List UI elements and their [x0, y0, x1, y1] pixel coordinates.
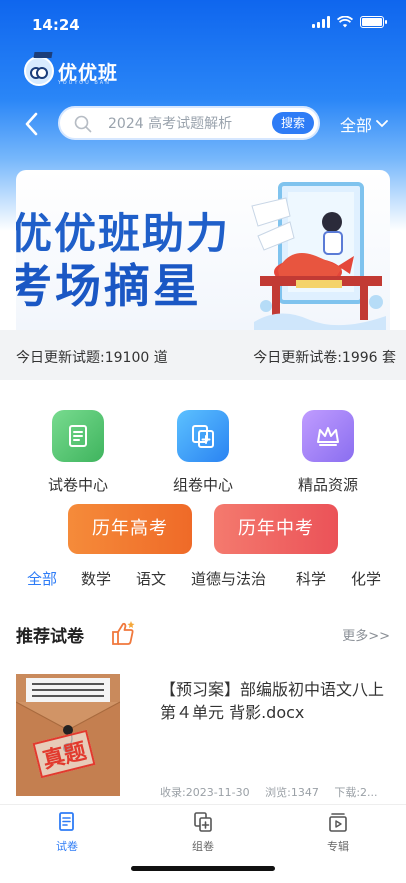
- banner-line-2: 考场摘星: [16, 259, 202, 313]
- tab-label: 试卷: [56, 840, 78, 853]
- subject-tab-all[interactable]: 全部: [27, 568, 57, 589]
- paper-icon: [59, 812, 74, 831]
- status-bar: 14:24: [0, 0, 406, 48]
- past-gaokao-button[interactable]: 历年高考: [68, 504, 192, 554]
- logo-subtext: YOUYOU BAN: [58, 80, 111, 86]
- filter-label: 全部: [340, 116, 373, 135]
- status-time: 14:24: [32, 16, 80, 34]
- past-zhongkao-button[interactable]: 历年中考: [214, 504, 338, 554]
- signal-icon: [312, 16, 330, 28]
- search-input[interactable]: [108, 114, 268, 134]
- more-link[interactable]: 更多>>: [342, 625, 390, 644]
- status-icons: [312, 16, 387, 28]
- subject-tab-ethics-law[interactable]: 道德与法治: [191, 568, 266, 589]
- battery-icon: [360, 16, 387, 28]
- recommend-title: 推荐试卷: [16, 627, 84, 647]
- banner-illustration: [251, 182, 386, 330]
- quick-action-label: 精品资源: [297, 476, 358, 494]
- paper-date: 收录:2023-11-30: [160, 786, 250, 799]
- album-icon: [329, 813, 347, 832]
- home-indicator: [131, 866, 275, 871]
- paper-card[interactable]: 真题 【预习案】部编版初中语文八上 第４单元 背影.docx 收录:2023-1…: [16, 674, 390, 804]
- search-row: 搜索 全部: [0, 104, 406, 144]
- quick-action-label: 组卷中心: [172, 476, 233, 494]
- tab-album[interactable]: 专辑: [298, 811, 378, 854]
- app-logo: 优优班 YOUYOU BAN: [24, 52, 118, 86]
- tab-compose[interactable]: 组卷: [163, 811, 243, 854]
- recommend-header: 推荐试卷 更多>>: [16, 620, 390, 650]
- search-button[interactable]: 搜索: [272, 112, 314, 134]
- subject-tab-math[interactable]: 数学: [81, 568, 111, 589]
- tab-label: 组卷: [192, 840, 214, 853]
- quick-action-label: 试卷中心: [47, 476, 108, 494]
- compose-icon: [194, 812, 212, 832]
- quick-actions: 试卷中心 组卷中心 精品资源: [0, 410, 406, 495]
- paper-downloads: 下载:2...: [334, 786, 378, 799]
- subject-tab-chinese[interactable]: 语文: [136, 568, 166, 589]
- paper-center-icon: [52, 410, 104, 462]
- paper-title[interactable]: 【预习案】部编版初中语文八上 第４单元 背影.docx: [160, 678, 386, 724]
- stats-bar: 今日更新试题:19100 道 今日更新试卷:1996 套: [0, 330, 406, 380]
- compose-paper-icon: [177, 410, 229, 462]
- bottom-tab-bar: 试卷 组卷 专辑: [0, 804, 406, 883]
- tab-paper[interactable]: 试卷: [27, 811, 107, 854]
- subject-tab-chemistry[interactable]: 化学: [351, 568, 381, 589]
- quick-action-premium-resources[interactable]: 精品资源: [273, 410, 383, 495]
- subject-tab-science[interactable]: 科学: [296, 568, 326, 589]
- promo-banner[interactable]: 优优班助力 考场摘星: [16, 170, 390, 330]
- quick-action-compose-center[interactable]: 组卷中心: [148, 410, 258, 495]
- subject-tabs: 全部 数学 语文 道德与法治 科学 化学: [0, 568, 406, 596]
- crown-icon: [302, 410, 354, 462]
- paper-meta: 收录:2023-11-30 浏览:1347 下载:2...: [160, 784, 400, 800]
- wifi-icon: [337, 16, 353, 28]
- back-icon[interactable]: [24, 112, 40, 136]
- today-questions-stat: 今日更新试题:19100 道: [16, 350, 168, 366]
- paper-views: 浏览:1347: [265, 786, 319, 799]
- paper-thumbnail: 真题: [16, 674, 120, 796]
- filter-dropdown[interactable]: 全部: [340, 112, 389, 136]
- search-box[interactable]: 搜索: [58, 106, 320, 140]
- chevron-down-icon: [376, 120, 388, 128]
- quick-action-paper-center[interactable]: 试卷中心: [23, 410, 133, 495]
- mascot-icon: [24, 52, 54, 86]
- thumbs-up-icon: [112, 621, 135, 645]
- today-papers-stat: 今日更新试卷:1996 套: [253, 350, 396, 366]
- search-icon: [74, 115, 92, 133]
- app-screen: 14:24 优优班 YOUYOU BAN 2024 高考试题解析 搜索 全部 优…: [0, 0, 406, 883]
- tab-label: 专辑: [327, 840, 349, 853]
